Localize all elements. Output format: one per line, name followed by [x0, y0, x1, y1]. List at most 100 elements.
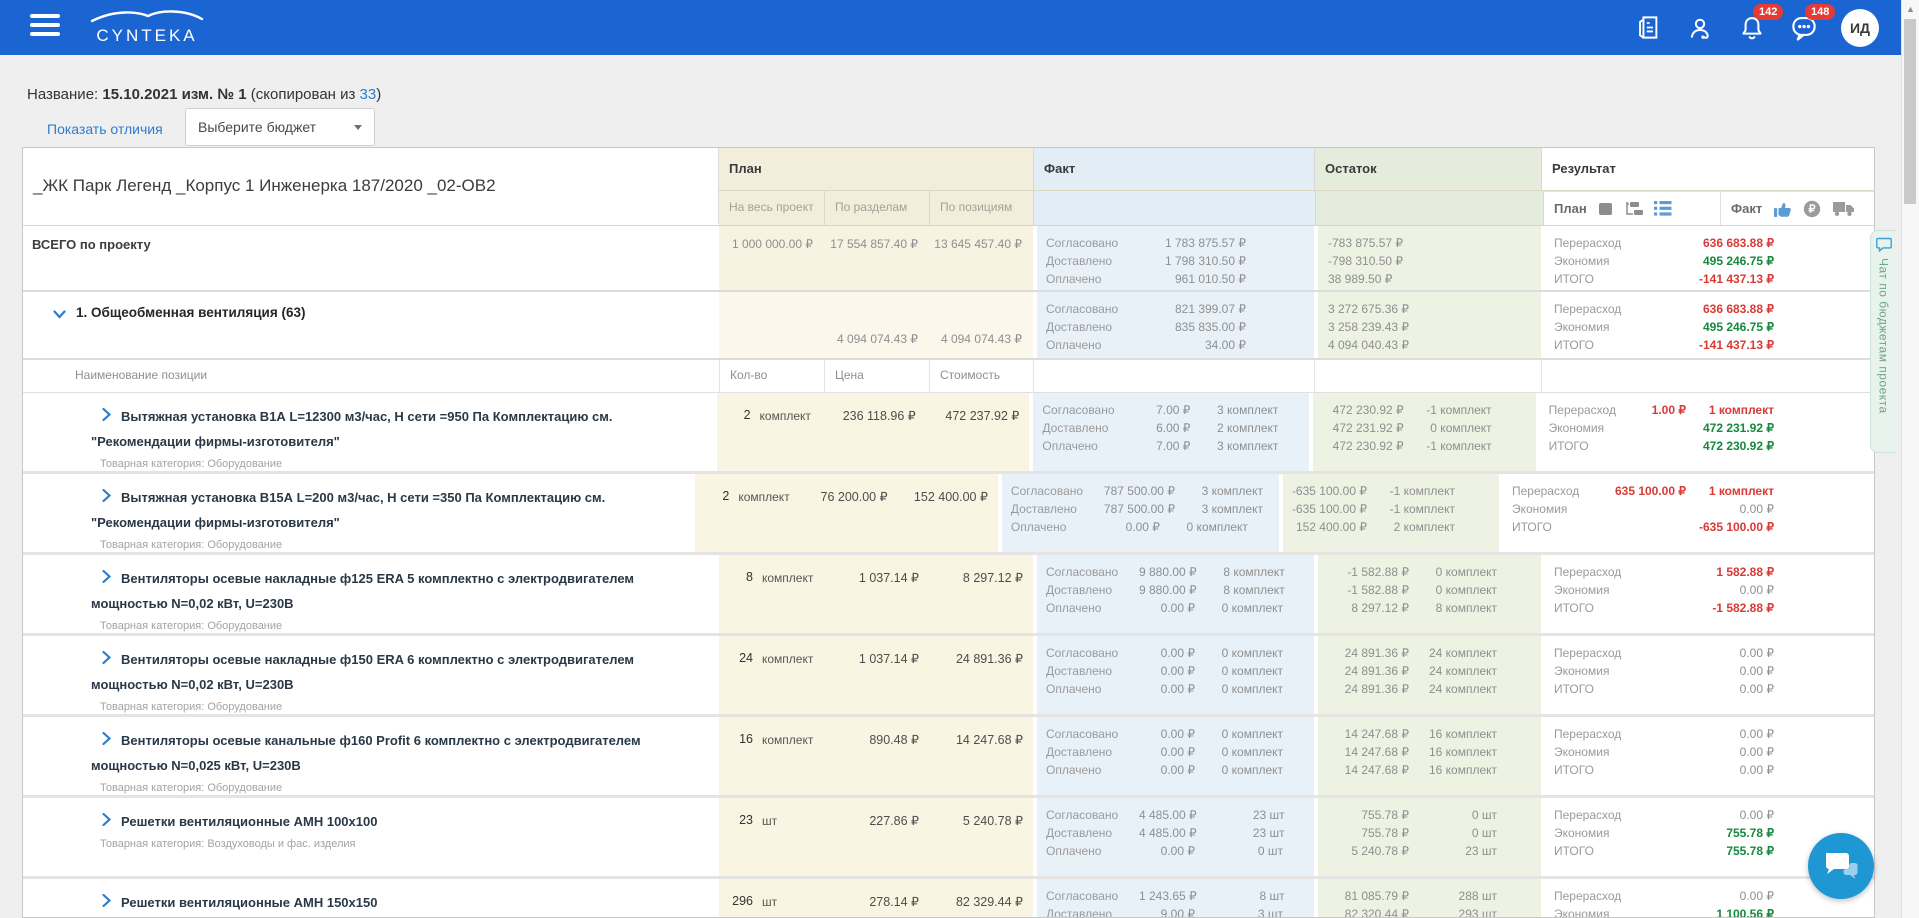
- item-rest-cell: 81 085.79 ₽288 шт 82 320.44 ₽293 шт 82 3…: [1314, 879, 1541, 918]
- table-row: Вытяжная установка В15А L=200 м3/час, Н …: [23, 474, 1874, 555]
- fact-paid-icon[interactable]: ₽: [1803, 200, 1821, 218]
- group-header-fact: Факт: [1033, 148, 1314, 190]
- project-budgets-chat-tab[interactable]: Чат по бюджетам проекта: [1870, 230, 1896, 453]
- copied-prefix: (скопирован из: [251, 86, 356, 103]
- result-plan-label: План: [1554, 201, 1587, 216]
- item-cost-cell: 5 240.78 ₽: [929, 798, 1033, 876]
- support-icon[interactable]: [1685, 13, 1715, 43]
- table-header: _ЖК Парк Легенд _Корпус 1 Инженерка 187/…: [23, 148, 1874, 225]
- expand-chevron-icon[interactable]: [102, 809, 121, 834]
- copied-from-link[interactable]: 33: [360, 86, 377, 103]
- table-row: Вентиляторы осевые канальные ф160 Profit…: [23, 717, 1874, 798]
- item-qty-cell: 16комплект: [719, 717, 824, 795]
- name-label: Название:: [27, 86, 98, 103]
- plan-sub-whole-project: На весь проект: [719, 191, 824, 225]
- item-price-cell: 278.14 ₽: [824, 879, 929, 918]
- expand-chevron-icon[interactable]: [102, 647, 121, 672]
- item-rest-cell: 24 891.36 ₽24 комплект 24 891.36 ₽24 ком…: [1314, 636, 1541, 714]
- group-header-result: Результат: [1541, 148, 1874, 190]
- section-plan-sections: 4 094 074.43 ₽: [824, 332, 929, 346]
- section-name: 1. Общеобменная вентиляция (63): [76, 305, 305, 320]
- logo-arc: [88, 8, 206, 23]
- rest-sub-empty: [1315, 191, 1543, 225]
- news-feed-icon[interactable]: [1633, 13, 1663, 43]
- scrollbar-thumb[interactable]: [1904, 19, 1916, 204]
- notifications-badge: 142: [1753, 4, 1783, 20]
- item-fact-cell: Согласовано0.00 ₽0 комплект Доставлено0.…: [1033, 636, 1314, 714]
- chat-bubble-icon: [1876, 237, 1892, 252]
- item-result-cell: Перерасход1.00 ₽1 комплект Экономия472 2…: [1536, 393, 1874, 471]
- plan-sub-by-sections: По разделам: [824, 191, 929, 225]
- svg-text:₽: ₽: [1809, 203, 1816, 215]
- collapse-chevron-icon[interactable]: [53, 307, 66, 322]
- top-bar: CYNTEKA 142 148 ИД: [0, 0, 1919, 55]
- item-fact-cell: Согласовано0.00 ₽0 комплект Доставлено0.…: [1033, 717, 1314, 795]
- section-plan-values: 4 094 074.43 ₽ 4 094 074.43 ₽: [719, 292, 1033, 358]
- total-plan-sections: 17 554 857.40 ₽: [824, 237, 929, 290]
- hamburger-menu-icon[interactable]: [30, 14, 60, 40]
- item-category: Оборудование: [207, 458, 282, 470]
- item-name: Вентиляторы осевые канальные ф160 Profit…: [91, 733, 641, 773]
- budget-select-placeholder: Выберите бюджет: [198, 119, 316, 135]
- table-row: Вентиляторы осевые накладные ф150 ERA 6 …: [23, 636, 1874, 717]
- support-chat-fab[interactable]: [1808, 833, 1874, 899]
- total-row: ВСЕГО по проекту 1 000 000.00 ₽ 17 554 8…: [23, 225, 1874, 292]
- item-name: Вентиляторы осевые накладные ф125 ERA 5 …: [91, 571, 634, 611]
- column-price: Цена: [824, 360, 929, 392]
- item-name: Решетки вентиляционные АМН 150х150: [121, 895, 377, 910]
- item-qty-cell: 2комплект: [717, 393, 822, 471]
- logo-text: CYNTEKA: [82, 26, 212, 46]
- notifications-bell-icon[interactable]: 142: [1737, 13, 1767, 43]
- item-price-cell: 227.86 ₽: [824, 798, 929, 876]
- table-row: Решетки вентиляционные АМН 150х150 Товар…: [23, 879, 1874, 918]
- expand-chevron-icon[interactable]: [102, 485, 121, 510]
- item-result-cell: Перерасход1 582.88 ₽ Экономия0.00 ₽ ИТОГ…: [1541, 555, 1874, 633]
- column-qty: Кол-во: [719, 360, 824, 392]
- expand-chevron-icon[interactable]: [102, 566, 121, 591]
- table-row: Вытяжная установка В1А L=12300 м3/час, Н…: [23, 393, 1874, 474]
- plan-card-view-icon[interactable]: [1598, 201, 1614, 217]
- expand-chevron-icon[interactable]: [102, 890, 121, 915]
- vertical-scrollbar[interactable]: ▲: [1901, 0, 1919, 918]
- total-result-cell: Перерасход636 683.88 ₽ Экономия495 246.7…: [1541, 226, 1874, 290]
- scroll-up-arrow[interactable]: ▲: [1902, 0, 1919, 14]
- plan-list-view-icon[interactable]: [1654, 201, 1672, 216]
- result-view-toolbar: План Факт ₽: [1543, 191, 1874, 225]
- group-header-rest: Остаток: [1314, 148, 1541, 190]
- item-name: Решетки вентиляционные АМН 100х100: [121, 814, 377, 829]
- item-result-cell: Перерасход0.00 ₽ Экономия0.00 ₽ ИТОГО0.0…: [1541, 717, 1874, 795]
- project-title: _ЖК Парк Легенд _Корпус 1 Инженерка 187/…: [23, 148, 719, 224]
- section-row: 1. Общеобменная вентиляция (63) 4 094 07…: [23, 292, 1874, 360]
- total-rest-cell: -783 875.57 ₽ -798 310.50 ₽ 38 989.50 ₽: [1314, 226, 1541, 290]
- plan-tree-view-icon[interactable]: [1625, 201, 1643, 217]
- expand-chevron-icon[interactable]: [102, 728, 121, 753]
- item-category: Оборудование: [207, 539, 282, 551]
- item-cost-cell: 152 400.00 ₽: [898, 474, 998, 552]
- app-logo: CYNTEKA: [82, 8, 212, 46]
- fact-delivered-truck-icon[interactable]: [1832, 201, 1856, 217]
- item-cost-cell: 24 891.36 ₽: [929, 636, 1033, 714]
- item-name: Вентиляторы осевые накладные ф150 ERA 6 …: [91, 652, 634, 692]
- item-price-cell: 1 037.14 ₽: [824, 555, 929, 633]
- user-avatar[interactable]: ИД: [1841, 9, 1879, 47]
- section-result-cell: Перерасход636 683.88 ₽ Экономия495 246.7…: [1541, 292, 1874, 358]
- table-row: Вентиляторы осевые накладные ф125 ERA 5 …: [23, 555, 1874, 636]
- expand-chevron-icon[interactable]: [102, 404, 121, 429]
- item-fact-cell: Согласовано787 500.00 ₽3 комплект Достав…: [998, 474, 1279, 552]
- messages-icon[interactable]: 148: [1789, 13, 1819, 43]
- item-cost-cell: 8 297.12 ₽: [929, 555, 1033, 633]
- show-differences-link[interactable]: Показать отличия: [47, 121, 163, 137]
- chevron-down-icon: [354, 125, 362, 130]
- item-name: Вытяжная установка В1А L=12300 м3/час, Н…: [91, 409, 613, 449]
- item-qty-cell: 2комплект: [695, 474, 796, 552]
- fact-approved-icon[interactable]: [1773, 200, 1792, 218]
- item-rest-cell: 472 230.92 ₽-1 комплект 472 231.92 ₽0 ко…: [1309, 393, 1535, 471]
- section-fact-cell: Согласовано821 399.07 ₽ Доставлено835 83…: [1033, 292, 1314, 358]
- item-qty-cell: 24комплект: [719, 636, 824, 714]
- item-cost-cell: 82 329.44 ₽: [929, 879, 1033, 918]
- chat-tab-label: Чат по бюджетам проекта: [1877, 258, 1891, 414]
- item-rest-cell: 755.78 ₽0 шт 755.78 ₽0 шт 5 240.78 ₽23 ш…: [1314, 798, 1541, 876]
- table-row: Решетки вентиляционные АМН 100х100 Товар…: [23, 798, 1874, 879]
- budget-select[interactable]: Выберите бюджет: [185, 108, 375, 146]
- result-fact-label: Факт: [1731, 201, 1762, 216]
